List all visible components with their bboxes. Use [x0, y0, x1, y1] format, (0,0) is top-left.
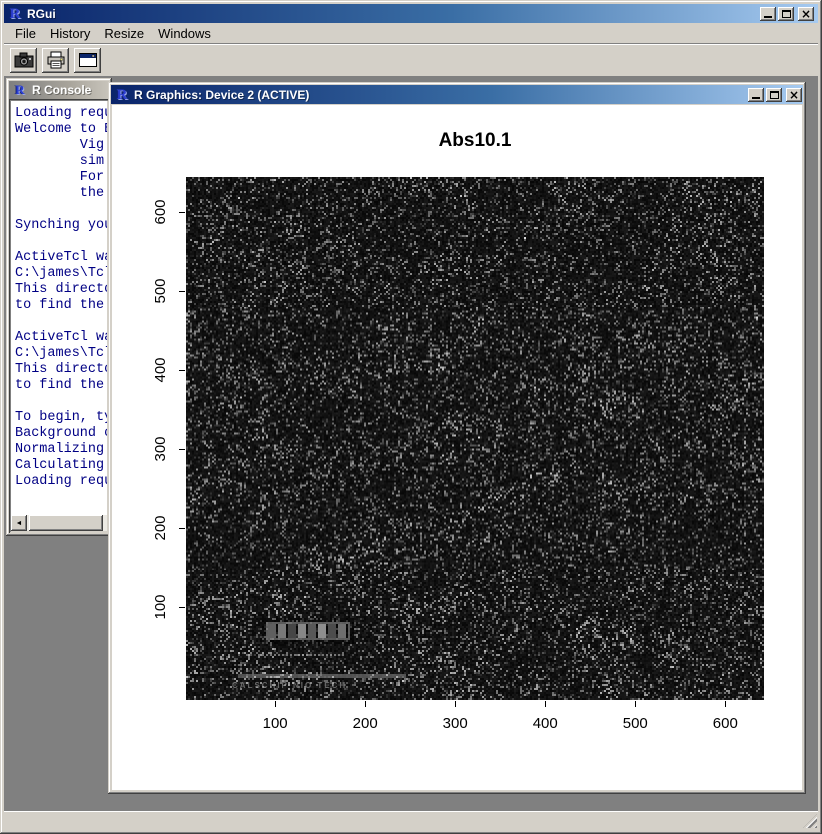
main-titlebar[interactable]: R RGui × [4, 4, 818, 23]
graphics-title: R Graphics: Device 2 (ACTIVE) [134, 88, 748, 102]
scroll-left-button[interactable]: ◄ [11, 515, 27, 531]
menu-item-windows[interactable]: Windows [151, 24, 218, 43]
graphics-client: Abs10.1 CALSCHIP NIO TECH 100 200 300 400 50… [112, 105, 802, 790]
console-line: ActiveTcl wa [15, 330, 107, 346]
mdi-workspace: R R Console Loading requWelcome to B Vig… [4, 76, 818, 810]
menu-item-file[interactable]: File [8, 24, 43, 43]
graphics-maximize-button[interactable] [766, 88, 782, 102]
x-axis-tick [635, 701, 636, 707]
console-line [15, 394, 107, 410]
y-axis-tick [179, 607, 185, 608]
chip-label-watermark: CALSCHIP NIO TECH [232, 681, 402, 690]
minimize-icon [764, 16, 772, 18]
console-window: R R Console Loading requWelcome to B Vig… [6, 78, 112, 536]
console-line: the [15, 186, 107, 202]
toolbar [4, 43, 818, 76]
y-axis-tick [179, 212, 185, 213]
console-line: Welcome to B [15, 122, 107, 138]
console-line: sim [15, 154, 107, 170]
console-line: ActiveTcl wa [15, 250, 107, 266]
graphics-close-button[interactable]: × [786, 88, 802, 102]
print-button[interactable] [42, 48, 69, 73]
x-axis-tick-label: 500 [611, 715, 659, 732]
close-icon: × [789, 89, 799, 101]
console-window-button[interactable] [74, 48, 101, 73]
status-bar [4, 810, 818, 829]
console-line: C:\james\Tcl [15, 266, 107, 282]
console-line: C:\james\Tcl [15, 346, 107, 362]
console-title: R Console [32, 83, 109, 97]
console-line: to find the [15, 378, 107, 394]
x-axis-tick-label: 400 [521, 715, 569, 732]
y-axis-tick [179, 449, 185, 450]
y-axis-tick-label: 500 [152, 270, 168, 312]
console-line: Loading requ [15, 106, 107, 122]
r-console-icon: R [12, 83, 28, 97]
printer-icon [46, 51, 66, 69]
graphics-window: R R Graphics: Device 2 (ACTIVE) × Abs10.… [108, 82, 806, 794]
x-axis-tick [725, 701, 726, 707]
x-axis-tick [275, 701, 276, 707]
menu-bar: File History Resize Windows [4, 23, 818, 43]
microarray-image [186, 177, 764, 700]
y-axis-tick-label: 300 [152, 428, 168, 470]
console-line: Background c [15, 426, 107, 442]
console-line: Synching you [15, 218, 107, 234]
x-axis-tick [455, 701, 456, 707]
y-axis-tick-label: 100 [152, 586, 168, 628]
x-axis-tick [545, 701, 546, 707]
graphics-minimize-button[interactable] [748, 88, 764, 102]
console-line: Vig [15, 138, 107, 154]
console-line: This directo [15, 282, 107, 298]
x-axis-tick-label: 200 [341, 715, 389, 732]
console-line: Normalizing [15, 442, 107, 458]
y-axis-tick [179, 528, 185, 529]
x-axis-tick-label: 600 [701, 715, 749, 732]
console-line: For [15, 170, 107, 186]
minimize-icon [752, 97, 760, 99]
console-line [15, 202, 107, 218]
console-window-icon [78, 52, 98, 68]
console-line: to find the [15, 298, 107, 314]
console-line: Loading requ [15, 474, 107, 490]
console-line: This directo [15, 362, 107, 378]
x-axis-tick-label: 300 [431, 715, 479, 732]
scroll-thumb[interactable] [29, 515, 103, 531]
window-title: RGui [27, 7, 760, 21]
y-axis-tick-label: 200 [152, 507, 168, 549]
plot-title: Abs10.1 [186, 130, 764, 152]
close-button[interactable]: × [798, 7, 814, 21]
maximize-button[interactable] [778, 7, 794, 21]
console-client[interactable]: Loading requWelcome to B Vig sim For the… [9, 99, 109, 533]
snapshot-button[interactable] [10, 48, 37, 73]
minimize-button[interactable] [760, 7, 776, 21]
maximize-icon [782, 10, 791, 18]
y-axis-tick-label: 600 [152, 191, 168, 233]
console-line [15, 314, 107, 330]
camera-icon [14, 52, 34, 68]
x-axis-tick [365, 701, 366, 707]
y-axis-tick-label: 400 [152, 349, 168, 391]
menu-item-resize[interactable]: Resize [97, 24, 151, 43]
console-line: Calculating [15, 458, 107, 474]
x-axis-tick-label: 100 [251, 715, 299, 732]
graphics-titlebar[interactable]: R R Graphics: Device 2 (ACTIVE) × [111, 85, 803, 104]
maximize-icon [770, 91, 779, 99]
menu-item-history[interactable]: History [43, 24, 97, 43]
r-graphics-icon: R [114, 88, 130, 102]
y-axis-tick [179, 370, 185, 371]
console-titlebar[interactable]: R R Console [9, 81, 109, 99]
console-line: To begin, ty [15, 410, 107, 426]
resize-grip[interactable] [803, 814, 817, 828]
rgui-main-window: R RGui × File History Resize Windows [0, 0, 822, 834]
close-icon: × [801, 8, 811, 20]
y-axis-tick [179, 291, 185, 292]
console-hscrollbar[interactable]: ◄ [11, 515, 107, 531]
scroll-left-arrow-icon: ◄ [16, 520, 23, 527]
console-line [15, 234, 107, 250]
console-text[interactable]: Loading requWelcome to B Vig sim For the… [11, 101, 107, 515]
r-app-icon: R [7, 7, 23, 21]
